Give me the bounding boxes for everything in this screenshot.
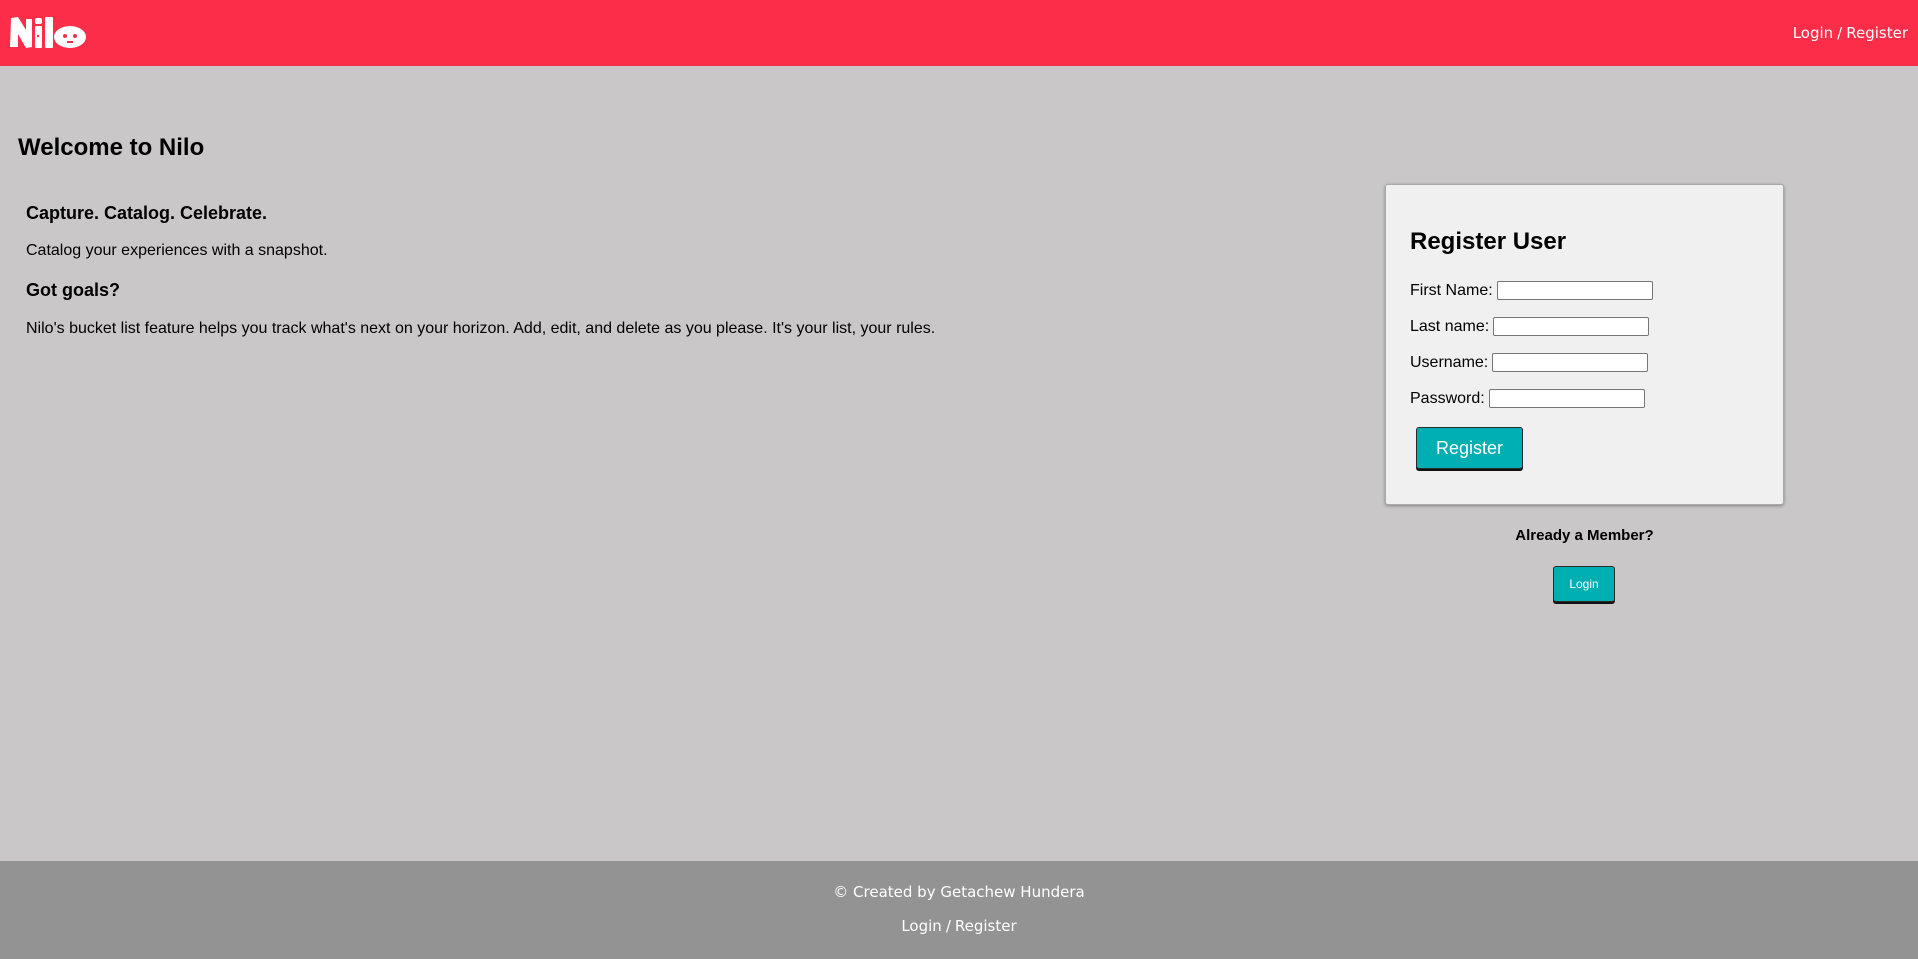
footer-nav: Login / Register: [0, 917, 1918, 935]
last-name-input[interactable]: [1493, 317, 1650, 336]
page-title: Welcome to Nilo: [18, 134, 205, 161]
password-label: Password:: [1410, 389, 1485, 407]
login-button[interactable]: Login: [1553, 566, 1615, 602]
last-name-row: Last name:: [1410, 317, 1650, 336]
footer: © Created by Getachew Hundera Login / Regi…: [0, 861, 1918, 959]
register-button[interactable]: Register: [1416, 427, 1523, 469]
password-input[interactable]: [1488, 389, 1645, 408]
first-name-label: First Name:: [1410, 281, 1493, 299]
goals-heading: Got goals?: [26, 280, 120, 300]
header-nav-separator: /: [1837, 24, 1843, 42]
header-register-link[interactable]: Register: [1846, 24, 1908, 42]
password-row: Password:: [1410, 389, 1645, 408]
goals-text: Nilo's bucket list feature helps you tra…: [26, 320, 936, 337]
last-name-label: Last name:: [1410, 317, 1490, 335]
top-navbar: Login / Register: [0, 0, 1918, 66]
username-row: Username:: [1410, 353, 1649, 372]
username-input[interactable]: [1492, 353, 1649, 372]
first-name-input[interactable]: [1496, 281, 1653, 300]
already-member-text: Already a Member?: [1515, 527, 1654, 544]
tagline-text: Catalog your experiences with a snapshot…: [26, 242, 328, 259]
nilo-logo[interactable]: [9, 14, 91, 50]
header-nav: Login / Register: [1793, 24, 1908, 42]
register-form: Register User First Name: Last name: Use…: [1385, 184, 1784, 505]
username-label: Username:: [1410, 353, 1489, 371]
footer-credit: © Created by Getachew Hundera: [833, 883, 1085, 901]
footer-nav-separator: /: [945, 917, 951, 935]
tagline-heading: Capture. Catalog. Celebrate.: [26, 203, 268, 223]
header-login-link[interactable]: Login: [1793, 24, 1833, 42]
register-form-title: Register User: [1410, 228, 1567, 255]
first-name-row: First Name:: [1410, 281, 1653, 300]
footer-login-link[interactable]: Login: [901, 917, 941, 935]
footer-register-link[interactable]: Register: [955, 917, 1017, 935]
